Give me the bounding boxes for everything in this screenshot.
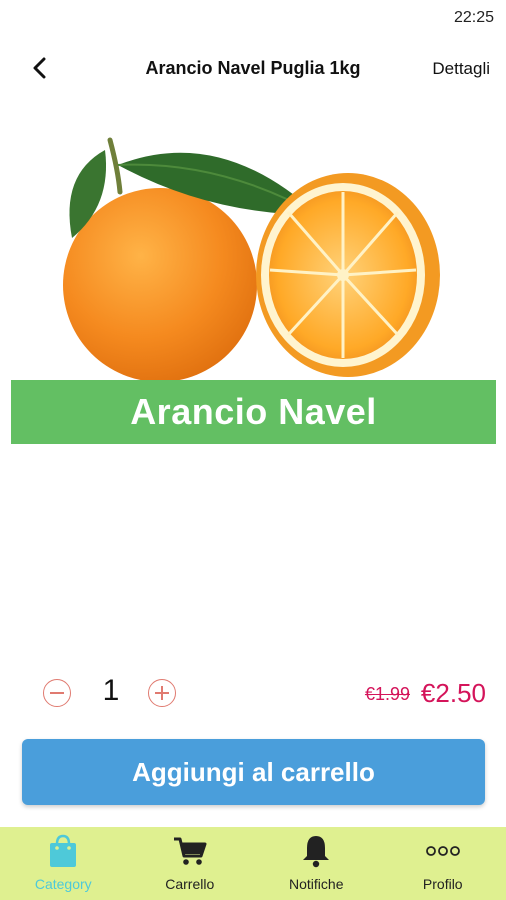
nav-item-notifications[interactable]: Notifiche [253, 827, 380, 900]
nav-label: Notifiche [289, 876, 344, 892]
app-bar: Arancio Navel Puglia 1kg Dettagli [0, 40, 506, 96]
page-title: Arancio Navel Puglia 1kg [145, 58, 361, 78]
bell-icon [296, 833, 336, 869]
product-name-banner: Arancio Navel [11, 380, 496, 444]
quantity-price-row: 1 €1.99 €2.50 [0, 670, 506, 718]
shopping-bag-icon [43, 833, 83, 869]
details-link[interactable]: Dettagli [432, 59, 490, 79]
increase-quantity-button[interactable] [148, 679, 176, 707]
old-price: €1.99 [364, 684, 410, 704]
cart-icon [170, 833, 210, 869]
current-price: €2.50 [420, 678, 486, 708]
quantity-value: 1 [102, 674, 120, 707]
add-to-cart-button[interactable]: Aggiungi al carrello [22, 739, 485, 805]
bottom-nav: Category Carrello Notifiche Profilo [0, 827, 506, 900]
decrease-quantity-button[interactable] [43, 679, 71, 707]
nav-label: Carrello [165, 876, 215, 892]
back-button[interactable] [24, 52, 56, 84]
add-to-cart-label: Aggiungi al carrello [132, 756, 375, 787]
status-bar: 22:25 [0, 0, 506, 34]
nav-label: Profilo [422, 876, 463, 892]
nav-item-profile[interactable]: Profilo [380, 827, 506, 900]
more-dots-icon [423, 833, 463, 869]
status-time: 22:25 [453, 9, 494, 26]
nav-item-category[interactable]: Category [0, 827, 127, 900]
product-name: Arancio Navel [130, 391, 377, 432]
chevron-left-icon [33, 57, 46, 79]
nav-label: Category [34, 876, 92, 892]
nav-item-cart[interactable]: Carrello [127, 827, 254, 900]
